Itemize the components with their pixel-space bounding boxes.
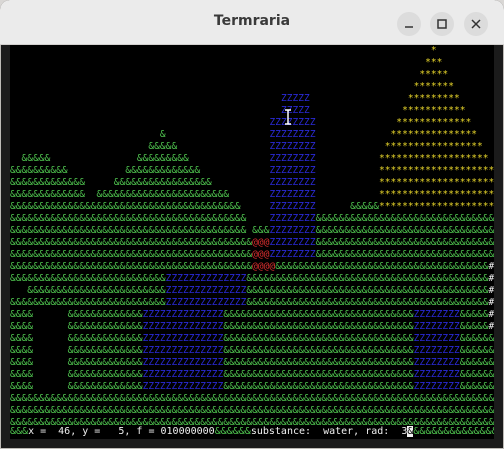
terrain-row: &&&&& &&&&&&&&& ZZZZZZZZ ***************… xyxy=(21,153,489,164)
coords-readout: x = 46, y = 5, f = 010000000 xyxy=(28,426,215,437)
terrain-row: &&&&&&&&&&&&&&&&&&&&&&&&ZZZZZZZZZZZZZZ&&… xyxy=(27,285,494,296)
terrain-row: &&&&&&&&&&&&&&&&&&&&&&&&&&&&&&&&&&&&&&&&… xyxy=(10,249,494,260)
world-map[interactable]: * *** ***** ******* ZZZZZ ********* Z ZZ… xyxy=(10,45,494,429)
terrain-row: &&&& &&&&&&&&&&&&&ZZZZZZZZZZZZZZ&&&&&&&&… xyxy=(10,357,494,368)
terrain-row: ******* xyxy=(413,81,454,92)
app-window: Termraria * *** ***** ******* ZZZZZ ****… xyxy=(0,0,504,449)
maximize-button[interactable] xyxy=(430,12,454,36)
minimize-button[interactable] xyxy=(397,12,421,36)
terrain-row: *** xyxy=(425,57,443,68)
minimize-icon xyxy=(405,26,413,28)
terrain-row: &&&& &&&&&&&&&&&&&ZZZZZZZZZZZZZZ&&&&&&&&… xyxy=(10,369,494,380)
terrain-row: ***** xyxy=(419,69,449,80)
terrain-row: &&&&&&&&&&&&&&&&&&&&&&&&&&&&&&&&&&&&&&&&… xyxy=(10,393,494,404)
window-title: Termraria xyxy=(213,13,291,29)
status-filler: &&&&&& xyxy=(214,426,251,437)
text-cursor-icon xyxy=(285,109,291,125)
terminal-area[interactable]: * *** ***** ******* ZZZZZ ********* Z ZZ… xyxy=(10,45,494,439)
title-bar: Termraria xyxy=(0,0,504,45)
terrain-row: * xyxy=(430,45,437,56)
terrain-row: &&&&&&&&&&&&&&&&&&&&&&&&&&&ZZZZZZZZZZZZZ… xyxy=(10,297,494,308)
terrain-row: &&&&&&&&&&&&& &&&&&&&&&&&&&&&&&&&&&&& ZZ… xyxy=(10,189,494,200)
status-filler: &&&&&&&&&&&&&&&&&&& xyxy=(413,426,494,437)
status-filler: &&& xyxy=(10,426,29,437)
terrain-row: &&&&&&&&&&&&&&&&&&&&&&&&&&&&&&&&&&&&&&&&… xyxy=(10,213,494,224)
close-icon xyxy=(471,19,481,29)
terrain-row: &&&&&&&&&&&&&&&&&&&&&&&&&&&&&&&&&&&&&&&&… xyxy=(10,225,494,236)
status-bar: &&&x = 46, y = 5, f = 010000000&&&&&&sub… xyxy=(10,425,494,439)
terrain-row: &&&& &&&&&&&&&&&&&ZZZZZZZZZZZZZZ&&&&&&&&… xyxy=(10,345,494,356)
terrain-row: &&&&& ZZZZZZZZ ***************** xyxy=(148,141,483,152)
terrain-row: &&&&&&&&&& &&&&&&&&&&&&& ZZZZZZZZ ******… xyxy=(10,165,494,176)
terrain-row: &&&&&&&&&&&&&&&&&&&&&&&&&&&&&&&&&&&&&&&&… xyxy=(10,201,494,212)
maximize-icon xyxy=(437,19,447,29)
terrain-row: ZZZZZ ********* xyxy=(280,93,460,104)
terrain-row: &&&&&&&&&&&&& &&&&&&&&&&&&&&&&& ZZZZZZZZ… xyxy=(10,177,494,188)
substance-readout: substance: water, rad: 3 xyxy=(250,426,408,437)
terrain-row: &&&& &&&&&&&&&&&&&ZZZZZZZZZZZZZZ&&&&&&&&… xyxy=(10,309,494,320)
terrain-row: &&&& &&&&&&&&&&&&&ZZZZZZZZZZZZZZ&&&&&&&&… xyxy=(10,333,494,344)
terrain-row: & ZZZZZZZZ *************** xyxy=(159,129,478,140)
terrain-row: &&&&&&&&&&&&&&&&&&&&&&&&&&&ZZZZZZZZZZZZZ… xyxy=(10,273,494,284)
terrain-row: ZZZZZ *********** xyxy=(280,105,466,116)
terrain-row: &&&&&&&&&&&&&&&&&&&&&&&&&&&&&&&&&&&&&&&&… xyxy=(10,237,494,248)
terrain-row: &&&& &&&&&&&&&&&&&ZZZZZZZZZZZZZZ&&&&&&&&… xyxy=(10,381,494,392)
terrain-row: &&&&&&&&&&&&&&&&&&&&&&&&&&&&&&&&&&&&&&&&… xyxy=(10,261,494,272)
terrain-row: ZZZZZZZZ ************* xyxy=(269,117,472,128)
terrain-row: &&&& &&&&&&&&&&&&&ZZZZZZZZZZZZZZ&&&&&&&&… xyxy=(10,321,494,332)
close-button[interactable] xyxy=(464,12,488,36)
terrain-row: &&&&&&&&&&&&&&&&&&&&&&&&&&&&&&&&&&&&&&&&… xyxy=(10,405,494,416)
